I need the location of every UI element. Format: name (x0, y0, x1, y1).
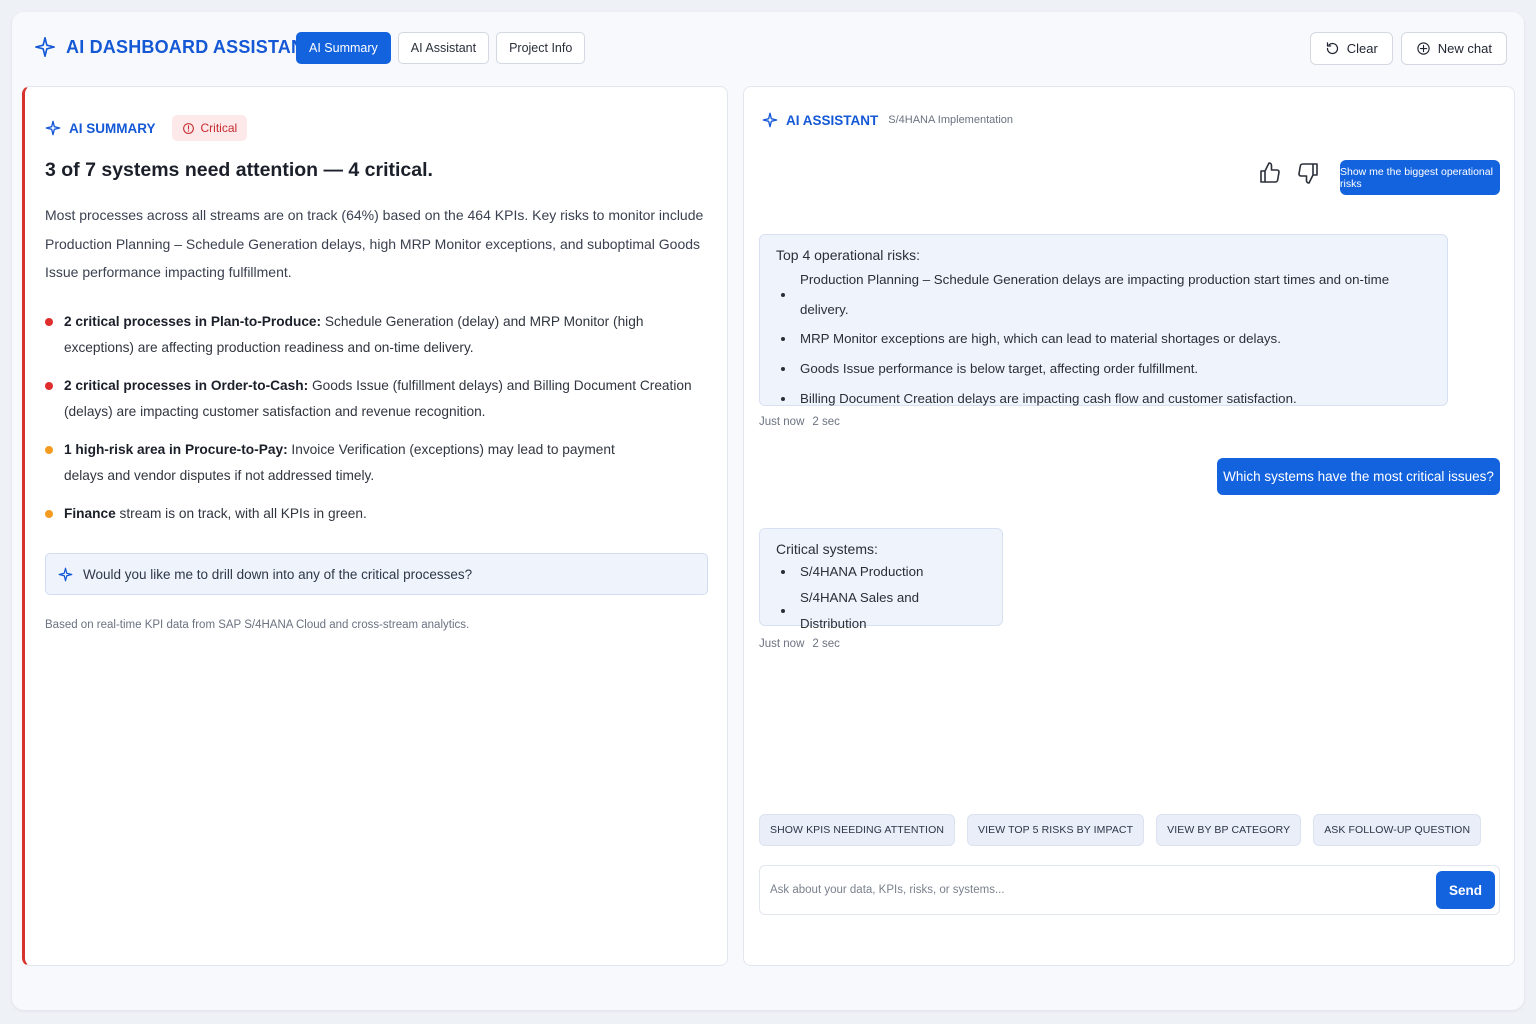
list-item: Production Planning – Schedule Generatio… (776, 265, 1431, 324)
user-message: Show me the biggest operational risks (1340, 160, 1500, 195)
alert-circle-icon (182, 122, 194, 134)
assistant-message-list: S/4HANA Production S/4HANA Sales and Dis… (776, 559, 986, 637)
assistant-message: Top 4 operational risks: Production Plan… (759, 234, 1448, 406)
plus-circle-icon (1417, 42, 1430, 55)
chip-bp-category[interactable]: VIEW BY BP CATEGORY (1156, 814, 1302, 846)
thumbs-down-icon[interactable] (1296, 161, 1320, 185)
user-message: Which systems have the most critical iss… (1217, 458, 1500, 495)
risk-list: 2 critical processes in Plan-to-Produce:… (45, 309, 709, 527)
ai-summary-panel: AI SUMMARY Critical 3 of 7 systems need … (22, 86, 728, 966)
message-duration: 2 sec (812, 638, 840, 650)
message-meta: Just now 2 sec (759, 416, 840, 428)
data-source-footnote: Based on real-time KPI data from SAP S/4… (45, 619, 470, 631)
chip-follow-up[interactable]: ASK FOLLOW-UP QUESTION (1313, 814, 1482, 846)
risk-item: 1 high-risk area in Procure-to-Pay: Invo… (45, 437, 645, 489)
severity-dot-critical (45, 382, 53, 390)
new-chat-button-label: New chat (1437, 41, 1492, 56)
summary-section-label: AI SUMMARY (69, 120, 156, 136)
clear-button-label: Clear (1346, 41, 1378, 56)
ai-assistant-panel: AI ASSISTANT S/4HANA Implementation Show… (743, 86, 1515, 966)
message-composer: Send (759, 865, 1500, 915)
list-item: S/4HANA Production (776, 559, 986, 585)
message-timestamp: Just now (759, 416, 805, 428)
message-timestamp: Just now (759, 638, 805, 650)
sparkle-icon (762, 112, 778, 128)
assistant-subtitle: S/4HANA Implementation (888, 114, 1013, 126)
header: AI DASHBOARD ASSISTANT AI Summary AI Ass… (12, 12, 1524, 84)
assistant-message-list: Production Planning – Schedule Generatio… (776, 265, 1431, 414)
chip-top-risks[interactable]: VIEW TOP 5 RISKS BY IMPACT (967, 814, 1145, 846)
severity-dot-critical (45, 318, 53, 326)
list-item: Billing Document Creation delays are imp… (776, 384, 1431, 414)
list-item: MRP Monitor exceptions are high, which c… (776, 324, 1431, 354)
severity-dot-warning (45, 510, 53, 518)
sparkle-icon (45, 120, 61, 136)
assistant-section-header: AI ASSISTANT S/4HANA Implementation (762, 112, 1013, 128)
assistant-message: Critical systems: S/4HANA Production S/4… (759, 528, 1003, 631)
risk-item-lead: 1 high-risk area in Procure-to-Pay: (64, 442, 288, 457)
tab-ai-assistant[interactable]: AI Assistant (397, 32, 490, 64)
risk-item-lead: 2 critical processes in Order-to-Cash: (64, 378, 309, 393)
tab-project-info[interactable]: Project Info (496, 32, 586, 64)
drill-down-prompt-text: Would you like me to drill down into any… (83, 566, 473, 582)
refresh-icon (1326, 42, 1338, 55)
chip-show-kpis[interactable]: SHOW KPIS NEEDING ATTENTION (759, 814, 956, 846)
assistant-section-label: AI ASSISTANT (786, 112, 879, 128)
summary-section-header: AI SUMMARY Critical (45, 115, 248, 141)
suggestion-chips: SHOW KPIS NEEDING ATTENTION VIEW TOP 5 R… (759, 814, 1482, 846)
header-actions: Clear New chat (1309, 32, 1507, 65)
list-item: S/4HANA Sales and Distribution (776, 585, 986, 637)
assistant-message-title: Top 4 operational risks: (776, 247, 920, 263)
app-title: AI DASHBOARD ASSISTANT (66, 36, 316, 57)
risk-item-lead: Finance (64, 506, 116, 521)
assistant-message-title: Critical systems: (776, 541, 878, 557)
drill-down-prompt[interactable]: Would you like me to drill down into any… (45, 553, 708, 595)
risk-item-text: stream is on track, with all KPIs in gre… (115, 506, 367, 521)
tab-ai-summary[interactable]: AI Summary (296, 32, 391, 64)
summary-text: Most processes across all streams are on… (45, 207, 704, 281)
summary-headline: 3 of 7 systems need attention — 4 critic… (45, 159, 433, 181)
sparkle-icon (58, 567, 73, 581)
message-meta: Just now 2 sec (759, 638, 840, 650)
send-button[interactable]: Send (1436, 871, 1495, 909)
severity-dot-warning (45, 446, 53, 454)
risk-item-lead: 2 critical processes in Plan-to-Produce: (64, 314, 322, 329)
status-badge-label: Critical (200, 121, 238, 135)
risk-item: 2 critical processes in Plan-to-Produce:… (45, 309, 709, 361)
list-item: Goods Issue performance is below target,… (776, 354, 1431, 384)
sparkle-icon (35, 37, 55, 57)
clear-button[interactable]: Clear (1309, 32, 1393, 65)
message-duration: 2 sec (812, 416, 840, 428)
tab-bar: AI Summary AI Assistant Project Info (296, 32, 586, 64)
new-chat-button[interactable]: New chat (1400, 32, 1507, 65)
chat-input[interactable] (770, 878, 1420, 902)
risk-item: 2 critical processes in Order-to-Cash: G… (45, 373, 709, 425)
feedback-controls (1258, 161, 1320, 185)
risk-item: Finance stream is on track, with all KPI… (45, 501, 709, 527)
thumbs-up-icon[interactable] (1258, 161, 1282, 185)
status-badge: Critical (171, 115, 248, 141)
app-window: AI DASHBOARD ASSISTANT AI Summary AI Ass… (12, 12, 1524, 1010)
brand: AI DASHBOARD ASSISTANT (34, 36, 315, 58)
